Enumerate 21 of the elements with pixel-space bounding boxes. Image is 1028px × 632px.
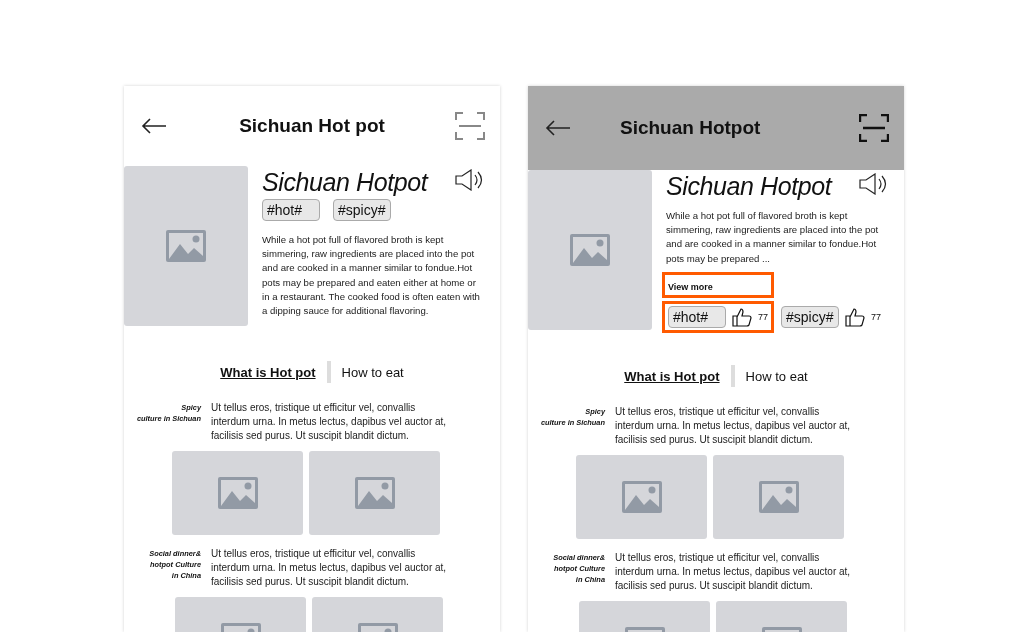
section-text: Ut tellus eros, tristique ut efficitur vel, convallis interdum urna. In metus lectus, dapibus vel auctor at, facilisis sed purus. Ut suscipit blandit dictum. xyxy=(615,405,852,447)
dish-heading: Sichuan Hotpot xyxy=(262,168,428,197)
section-text: Ut tellus eros, tristique ut efficitur vel, convallis interdum urna. In metus lectus, dapibus vel auctor at, facilisis sed purus. Ut suscipit blandit dictum. xyxy=(615,551,852,593)
like-count: 77 xyxy=(758,311,768,322)
section-text: Ut tellus eros, tristique ut efficitur vel, convallis interdum urna. In metus lectus, dapibus vel auctor at, facilisis sed purus. Ut suscipit blandit dictum. xyxy=(211,401,448,443)
like-count: 77 xyxy=(871,311,882,322)
hashtag-chip[interactable]: #hot# xyxy=(668,305,726,328)
screen-title: Sichuan Hotpot xyxy=(619,117,762,139)
tab[interactable]: What is Hot pot xyxy=(209,364,327,380)
hashtag-chip[interactable]: #spicy# xyxy=(781,305,839,328)
tab[interactable]: How to eat xyxy=(330,364,415,380)
dish-heading: Sichuan Hotpot xyxy=(666,172,832,201)
tab[interactable]: What is Hot pot xyxy=(613,368,731,384)
hashtag-chip[interactable]: #hot# xyxy=(262,199,320,221)
section-text: Ut tellus eros, tristique ut efficitur vel, convallis interdum urna. In metus lectus, dapibus vel auctor at, facilisis sed purus. Ut suscipit blandit dictum. xyxy=(211,547,448,589)
screen-title: Sichuan Hot pot xyxy=(238,115,386,137)
view-more-link[interactable]: View more xyxy=(665,278,771,295)
description: While a hot pot full of flavored broth is kept simmering, raw ingredients are placed into the pot and are cooked in a manner similar to fondue.Hot pots may be prepared ... xyxy=(666,209,880,266)
description: While a hot pot full of flavored broth is kept simmering, raw ingredients are placed into the pot and are cooked in a manner similar to fondue.Hot pots may be prepared and eaten either at home or in a restaurant. The cooked food is often eaten with a dipping sauce for additional flavoring. xyxy=(262,233,481,318)
tab[interactable]: How to eat xyxy=(734,368,819,384)
hashtag-chip[interactable]: #spicy# xyxy=(333,199,391,221)
